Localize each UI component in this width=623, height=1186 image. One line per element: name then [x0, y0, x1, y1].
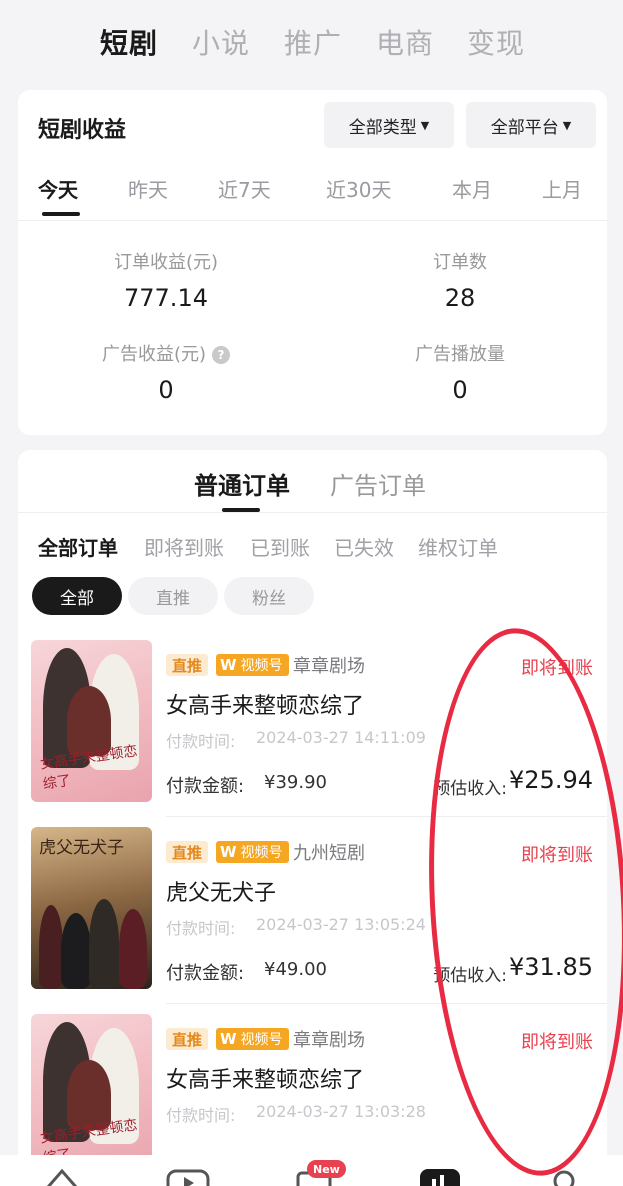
- home-icon[interactable]: [44, 1165, 80, 1186]
- est-income-value: ¥31.85: [509, 953, 593, 981]
- drama-title: 女高手来整顿恋综了: [166, 694, 365, 719]
- channel-badge-label: 视频号: [240, 845, 283, 861]
- type-filter-dropdown[interactable]: 全部类型 ▼: [324, 102, 454, 148]
- order-item[interactable]: 女高手来整顿恋综了 直推 W 视频号 章章剧场 即将到账 女高手来整顿恋综了 付款…: [18, 640, 607, 826]
- pay-amount: ¥39.90: [264, 772, 327, 793]
- studio-name: 九州短剧: [293, 843, 365, 864]
- tab-duanju[interactable]: 短剧: [100, 22, 158, 62]
- drama-title: 女高手来整顿恋综了: [166, 1068, 365, 1093]
- studio-name: 章章剧场: [293, 656, 365, 677]
- ad-revenue-label: 广告收益(元): [101, 344, 207, 365]
- pay-amount-label: 付款金额:: [166, 776, 245, 797]
- platform-filter-label: 全部平台: [490, 117, 559, 138]
- est-income-label: 预估收入:: [433, 779, 507, 799]
- pay-time: 2024-03-27 13:03:28: [256, 1102, 426, 1121]
- play-icon[interactable]: [166, 1165, 210, 1186]
- pay-time-label: 付款时间:: [166, 919, 236, 938]
- status-tab-pending[interactable]: 即将到账: [144, 532, 224, 561]
- orders-card: 普通订单 广告订单 全部订单 即将到账 已到账 已失效 维权订单 全部 直推 粉…: [18, 450, 607, 1186]
- earnings-card: 短剧收益 全部类型 ▼ 全部平台 ▼ 今天 昨天 近7天 近30天 本月 上月 订单…: [18, 90, 607, 435]
- tab-ad-orders[interactable]: 广告订单: [330, 466, 426, 501]
- studio-name: 章章剧场: [293, 1030, 365, 1051]
- period-30days[interactable]: 近30天: [326, 174, 391, 203]
- type-filter-label: 全部类型: [348, 117, 417, 138]
- pill-direct[interactable]: 直推: [128, 577, 218, 615]
- ad-revenue-label-row: 广告收益(元)?: [46, 340, 286, 366]
- order-status: 即将到账: [521, 845, 593, 866]
- channel-badge: W 视频号: [216, 654, 289, 676]
- period-active-indicator: [42, 212, 80, 216]
- order-count-label: 订单数: [433, 252, 487, 273]
- drama-poster: 虎父无犬子: [31, 827, 152, 989]
- caret-down-icon: ▼: [562, 118, 572, 132]
- order-status: 即将到账: [521, 658, 593, 679]
- status-tab-all[interactable]: 全部订单: [38, 532, 118, 561]
- order-count-value: 28: [444, 284, 476, 312]
- divider: [166, 1003, 607, 1004]
- pay-time-label: 付款时间:: [166, 1106, 236, 1125]
- new-badge: New: [307, 1160, 346, 1178]
- order-item[interactable]: 虎父无犬子 直推 W 视频号 九州短剧 即将到账 虎父无犬子 付款时间: 2024…: [18, 827, 607, 1013]
- ad-plays-label: 广告播放量: [415, 344, 505, 365]
- est-income-label: 预估收入:: [433, 966, 507, 986]
- help-icon[interactable]: ?: [212, 346, 231, 364]
- direct-badge: 直推: [166, 1028, 209, 1050]
- drama-title: 虎父无犬子: [166, 881, 277, 906]
- poster-title-art: 虎父无犬子: [39, 838, 124, 858]
- pay-time: 2024-03-27 14:11:09: [256, 728, 426, 747]
- pill-all[interactable]: 全部: [32, 577, 122, 615]
- ad-revenue-value: 0: [158, 376, 174, 404]
- channel-icon: W: [220, 1030, 237, 1048]
- tab-bianxian[interactable]: 变现: [467, 22, 525, 62]
- period-7days[interactable]: 近7天: [218, 174, 271, 203]
- tab-normal-orders[interactable]: 普通订单: [194, 466, 290, 501]
- platform-filter-dropdown[interactable]: 全部平台 ▼: [466, 102, 596, 148]
- divider: [166, 816, 607, 817]
- channel-icon: W: [220, 656, 237, 674]
- status-tab-rights[interactable]: 维权订单: [418, 532, 498, 561]
- order-status: 即将到账: [521, 1032, 593, 1053]
- profile-icon[interactable]: [546, 1165, 582, 1186]
- order-revenue-label: 订单收益(元): [113, 252, 219, 273]
- period-this-month[interactable]: 本月: [452, 174, 492, 203]
- pay-time-label: 付款时间:: [166, 732, 236, 751]
- pay-time: 2024-03-27 13:05:24: [256, 915, 426, 934]
- tab-tuiguang[interactable]: 推广: [284, 22, 342, 62]
- status-tab-received[interactable]: 已到账: [250, 532, 310, 561]
- period-yesterday[interactable]: 昨天: [128, 174, 168, 203]
- ad-plays-value: 0: [452, 376, 468, 404]
- channel-icon: W: [220, 843, 237, 861]
- channel-badge-label: 视频号: [240, 1032, 283, 1048]
- drama-poster: 女高手来整顿恋综了: [31, 640, 152, 802]
- direct-badge: 直推: [166, 841, 209, 863]
- divider: [18, 220, 607, 221]
- pay-amount: ¥49.00: [264, 959, 327, 980]
- tab-xiaoshuo[interactable]: 小说: [192, 22, 250, 62]
- data-icon[interactable]: [418, 1165, 462, 1186]
- status-tab-expired[interactable]: 已失效: [334, 532, 394, 561]
- top-tab-bar: 短剧 小说 推广 电商 变现: [0, 0, 623, 88]
- period-today[interactable]: 今天: [38, 174, 78, 203]
- est-income-value: ¥25.94: [509, 766, 593, 794]
- channel-badge: W 视频号: [216, 841, 289, 863]
- order-revenue-value: 777.14: [124, 284, 208, 312]
- pill-fans[interactable]: 粉丝: [224, 577, 314, 615]
- channel-badge-label: 视频号: [240, 658, 283, 674]
- earnings-title: 短剧收益: [38, 118, 127, 143]
- direct-badge: 直推: [166, 654, 209, 676]
- channel-badge: W 视频号: [216, 1028, 289, 1050]
- tab-dianshang[interactable]: 电商: [376, 22, 434, 62]
- pay-amount-label: 付款金额:: [166, 963, 245, 984]
- period-last-month[interactable]: 上月: [542, 174, 582, 203]
- caret-down-icon: ▼: [420, 118, 430, 132]
- divider: [18, 512, 607, 513]
- drama-poster: 女高手来整顿恋综了: [31, 1014, 152, 1176]
